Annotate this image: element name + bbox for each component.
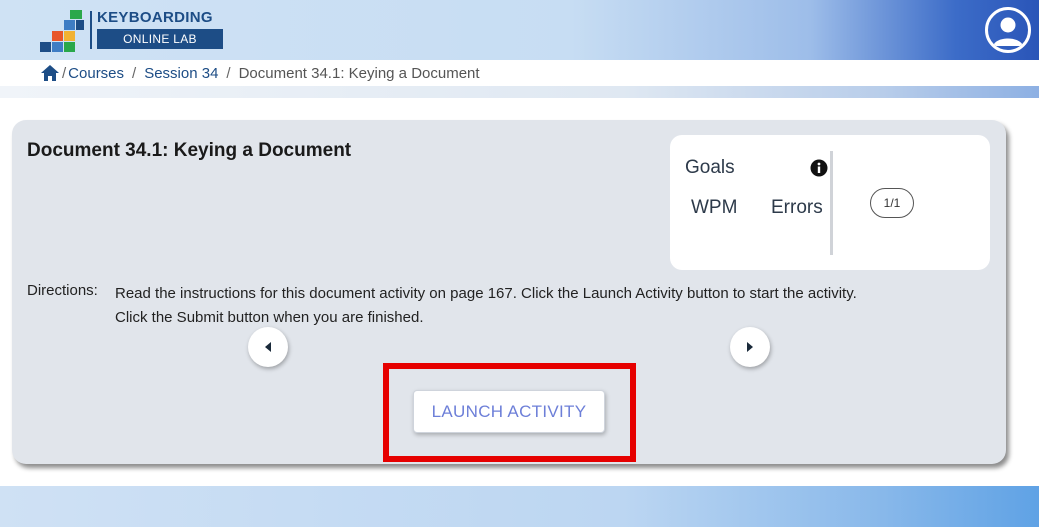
home-icon[interactable] xyxy=(40,64,60,82)
goals-panel: Goals WPM Errors 1/1 xyxy=(670,135,990,270)
logo-title: KEYBOARDING xyxy=(97,9,213,26)
goals-divider xyxy=(830,151,833,255)
next-button[interactable] xyxy=(730,327,770,367)
breadcrumb: / Courses / Session 34 / Document 34.1: … xyxy=(0,60,1039,86)
goals-pager-badge: 1/1 xyxy=(870,188,914,218)
page-title: Document 34.1: Keying a Document xyxy=(27,140,352,161)
breadcrumb-session-link[interactable]: Session 34 xyxy=(144,65,218,82)
user-avatar-button[interactable] xyxy=(985,7,1031,53)
chevron-right-icon xyxy=(747,342,753,352)
breadcrumb-separator: / xyxy=(226,64,231,82)
breadcrumb-separator: / xyxy=(132,64,137,82)
logo-subtitle: ONLINE LAB xyxy=(97,29,223,49)
breadcrumb-separator: / xyxy=(62,64,67,82)
wpm-label: WPM xyxy=(691,197,738,218)
breadcrumb-courses-link[interactable]: Courses xyxy=(68,65,124,82)
logo-divider xyxy=(90,11,92,49)
directions-text: Read the instructions for this document … xyxy=(115,285,857,326)
info-icon[interactable] xyxy=(810,159,828,177)
chevron-left-icon xyxy=(265,342,271,352)
activity-card: Document 34.1: Keying a Document Goals W… xyxy=(12,120,1006,464)
goals-title: Goals xyxy=(685,157,735,178)
breadcrumb-current: Document 34.1: Keying a Document xyxy=(238,64,480,82)
errors-label: Errors xyxy=(771,197,823,218)
user-icon xyxy=(993,17,1023,46)
footer-band xyxy=(0,486,1039,527)
header-strip xyxy=(0,86,1039,98)
app-logo[interactable]: KEYBOARDING ONLINE LAB xyxy=(40,8,230,52)
previous-button[interactable] xyxy=(248,327,288,367)
launch-activity-button[interactable]: LAUNCH ACTIVITY xyxy=(413,390,605,433)
logo-blocks-icon xyxy=(40,8,84,52)
directions-label: Directions: xyxy=(27,282,98,299)
app-header: KEYBOARDING ONLINE LAB xyxy=(0,0,1039,60)
